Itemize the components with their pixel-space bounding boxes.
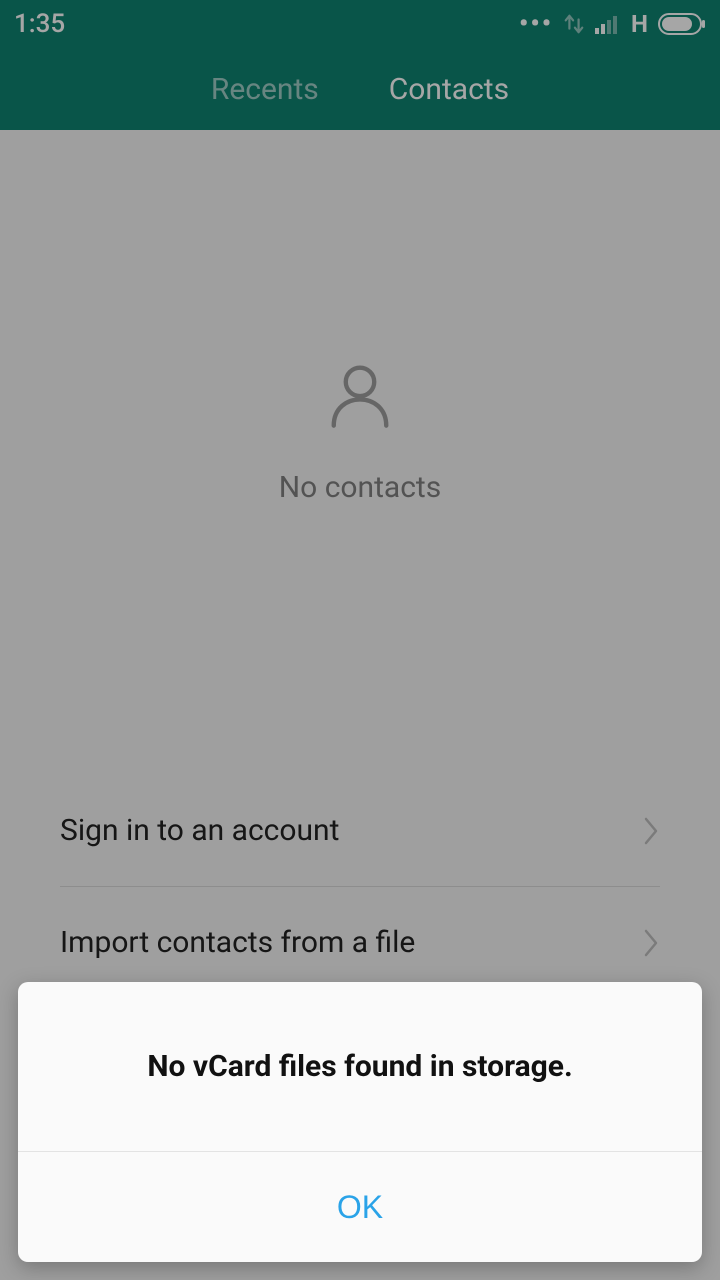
ok-button[interactable]: OK	[337, 1189, 383, 1226]
alert-dialog: No vCard files found in storage. OK	[18, 982, 702, 1262]
dialog-body: No vCard files found in storage.	[18, 982, 702, 1152]
dialog-actions: OK	[18, 1152, 702, 1262]
dialog-message: No vCard files found in storage.	[147, 1049, 572, 1084]
